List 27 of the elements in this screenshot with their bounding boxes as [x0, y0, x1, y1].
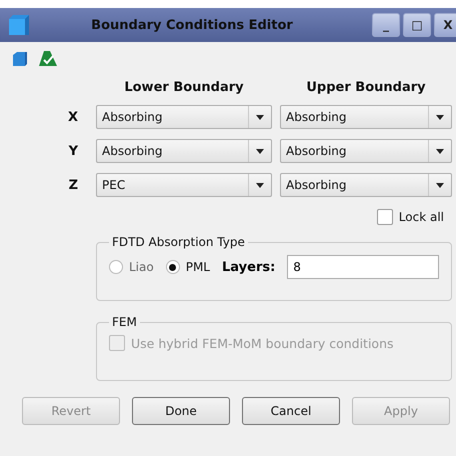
field-label: Layers: — [222, 260, 276, 274]
cube-icon[interactable] — [12, 50, 30, 68]
dropdown[interactable]: Absorbing — [96, 139, 272, 163]
axis-label: X — [66, 110, 79, 124]
cube-icon — [6, 13, 32, 37]
maximize-button[interactable]: □ — [403, 13, 431, 37]
axis-label: Y — [68, 144, 79, 158]
radio-button[interactable]: Liao — [109, 260, 154, 274]
dropdown[interactable]: Absorbing — [96, 105, 272, 129]
dropdown[interactable]: PEC — [96, 173, 272, 197]
dropdown[interactable]: Absorbing — [280, 173, 452, 197]
lock-all-checkbox[interactable]: Lock all — [376, 209, 444, 225]
dialog-button[interactable]: Done — [132, 397, 230, 425]
dropdown[interactable]: Absorbing — [280, 105, 452, 129]
radio-button[interactable]: PML — [166, 260, 210, 274]
column-header: Upper Boundary — [305, 80, 427, 95]
window-title: Boundary Conditions Editor — [90, 18, 294, 32]
axis-label: Z — [68, 178, 79, 192]
dialog-button[interactable]: Cancel — [242, 397, 340, 425]
minimize-button[interactable]: _ — [372, 13, 400, 37]
column-header: Lower Boundary — [123, 80, 245, 95]
input-field[interactable]: 8 — [287, 255, 439, 279]
checkmark-icon[interactable] — [38, 50, 58, 68]
group-title: FEM — [111, 315, 138, 329]
group-title: FDTD Absorption Type — [111, 235, 246, 249]
dropdown[interactable]: Absorbing — [280, 139, 452, 163]
close-button[interactable]: X — [434, 13, 456, 37]
